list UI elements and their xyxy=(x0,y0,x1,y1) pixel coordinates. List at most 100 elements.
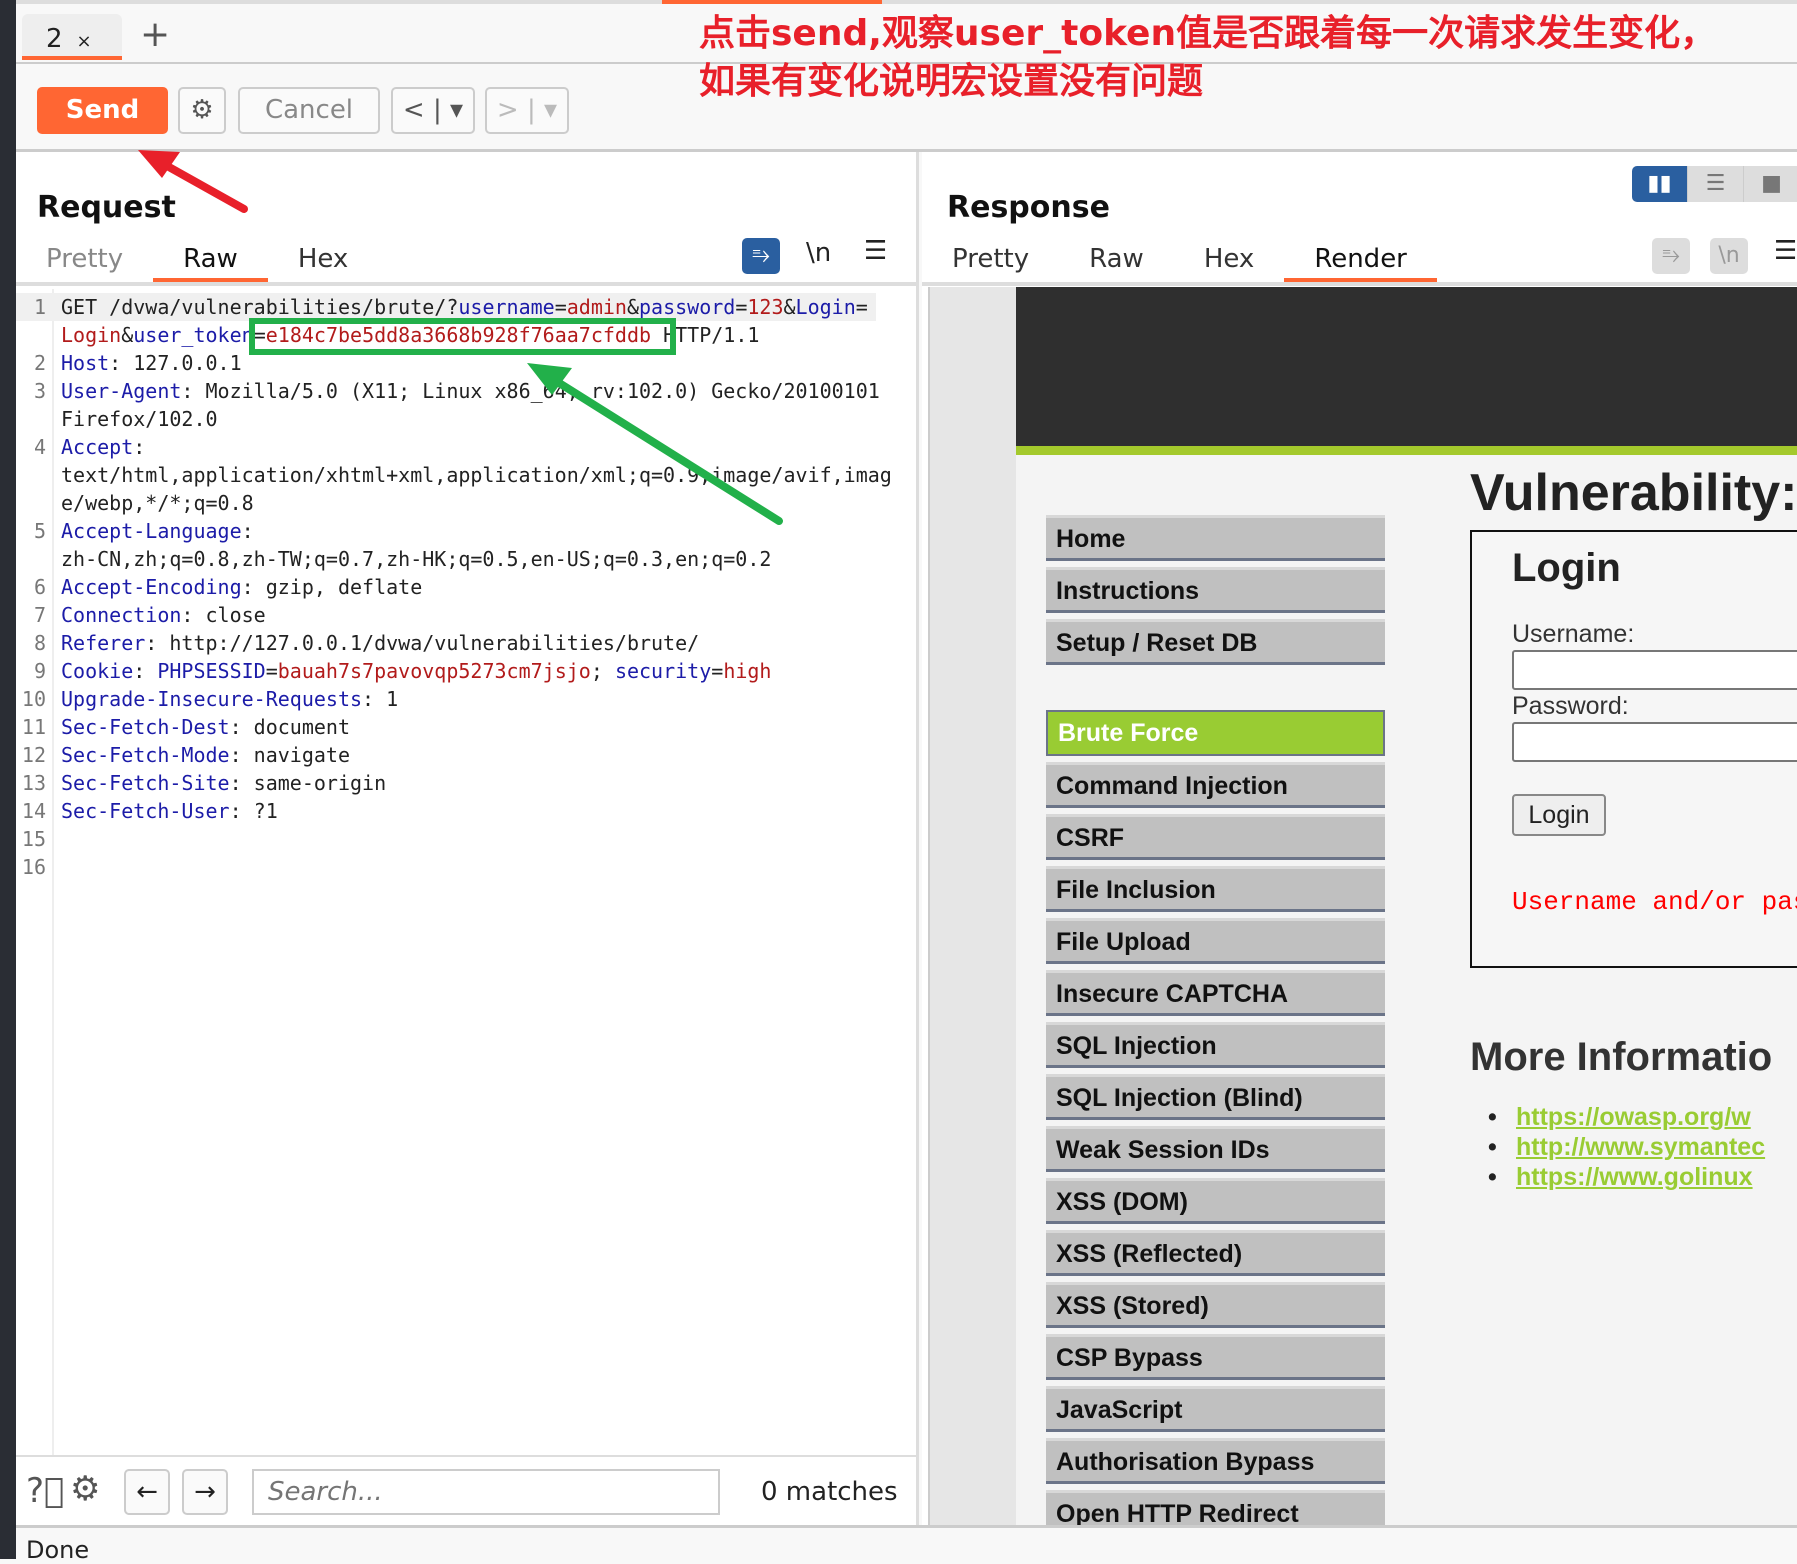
code-text: zh-CN,zh;q=0.8,zh-TW;q=0.7,zh-HK;q=0.5,e… xyxy=(61,545,771,573)
menu-item[interactable]: Open HTTP Redirect xyxy=(1046,1490,1385,1525)
menu-icon[interactable]: ☰ xyxy=(1774,236,1797,266)
help-icon[interactable]: ?⃝ xyxy=(26,1471,64,1511)
repeater-tab[interactable]: 2 × xyxy=(22,14,122,60)
code-token: : document xyxy=(229,715,350,739)
menu-item[interactable]: SQL Injection xyxy=(1046,1022,1385,1068)
code-text: GET /dvwa/vulnerabilities/brute/?usernam… xyxy=(61,293,868,321)
menu-item[interactable]: Authorisation Bypass xyxy=(1046,1438,1385,1484)
login-button[interactable]: Login xyxy=(1512,794,1606,836)
history-back-button[interactable]: < | ▾ xyxy=(391,87,475,134)
header-name: Accept xyxy=(61,435,134,459)
code-token: = xyxy=(855,295,868,319)
tab-hex[interactable]: Hex xyxy=(268,242,378,282)
code-token: : navigate xyxy=(229,743,350,767)
menu-item[interactable]: Insecure CAPTCHA xyxy=(1046,970,1385,1016)
menu-item[interactable]: Setup / Reset DB xyxy=(1046,619,1385,665)
menu-item[interactable]: File Upload xyxy=(1046,918,1385,964)
menu-icon[interactable]: ☰ xyxy=(864,236,887,266)
tab-pretty[interactable]: Pretty xyxy=(922,242,1059,282)
login-box: Login Username: Password: Login Username… xyxy=(1470,530,1797,968)
header-name: Sec-Fetch-Dest xyxy=(61,715,230,739)
header-name: User-Agent xyxy=(61,379,182,403)
code-token: : http://127.0.0.1/dvwa/vulnerabilities/… xyxy=(145,631,700,655)
close-tab-icon[interactable]: × xyxy=(77,31,92,52)
tab-hex[interactable]: Hex xyxy=(1174,242,1284,282)
search-input[interactable] xyxy=(252,1469,720,1515)
menu-item[interactable]: CSRF xyxy=(1046,814,1385,860)
tab-pretty[interactable]: Pretty xyxy=(16,242,153,282)
match-count: 0 matches xyxy=(761,1477,898,1507)
code-text: Accept-Encoding: gzip, deflate xyxy=(61,573,422,601)
newline-icon[interactable]: \n xyxy=(1710,238,1748,274)
error-message: Username and/or pas xyxy=(1512,887,1797,917)
newline-icon[interactable]: \n xyxy=(806,238,831,268)
split-rows-icon[interactable]: ☰ xyxy=(1688,166,1744,202)
cancel-button[interactable]: Cancel xyxy=(238,87,380,134)
code-token: = xyxy=(735,295,748,319)
history-forward-button[interactable]: > | ▾ xyxy=(485,87,569,134)
code-text: Accept: xyxy=(61,433,145,461)
word-wrap-icon[interactable]: ⥱ xyxy=(1652,238,1690,274)
menu-item[interactable]: Instructions xyxy=(1046,567,1385,613)
menu-item[interactable]: Weak Session IDs xyxy=(1046,1126,1385,1172)
code-text: Host: 127.0.0.1 xyxy=(61,349,242,377)
single-pane-icon[interactable]: ■ xyxy=(1744,166,1797,202)
new-tab-plus-icon[interactable]: + xyxy=(140,14,170,55)
menu-item[interactable]: XSS (Reflected) xyxy=(1046,1230,1385,1276)
dvwa-page: Home Instructions Setup / Reset DB Brute Fo… xyxy=(1016,287,1797,1525)
menu-item[interactable]: CSP Bypass xyxy=(1046,1334,1385,1380)
menu-item[interactable]: Home xyxy=(1046,515,1385,561)
header-name: Referer xyxy=(61,631,146,655)
info-link[interactable]: https://owasp.org/w xyxy=(1488,1103,1751,1132)
code-token: & xyxy=(121,323,134,347)
menu-item[interactable]: Brute Force xyxy=(1046,710,1385,756)
header-name: Sec-Fetch-Site xyxy=(61,771,230,795)
code-text: Upgrade-Insecure-Requests: 1 xyxy=(61,685,398,713)
header-name: security xyxy=(614,659,712,683)
more-info-heading: More Informatio xyxy=(1470,1035,1773,1079)
line-number: 6 xyxy=(33,575,46,599)
search-next-button[interactable]: → xyxy=(182,1469,228,1515)
menu-item[interactable]: SQL Injection (Blind) xyxy=(1046,1074,1385,1120)
code-token: : xyxy=(133,659,158,683)
username-input[interactable] xyxy=(1512,650,1797,690)
request-title: Request xyxy=(37,190,176,225)
menu-item[interactable]: Command Injection xyxy=(1046,762,1385,808)
menu-item[interactable]: XSS (Stored) xyxy=(1046,1282,1385,1328)
code-token: ; xyxy=(590,659,615,683)
tab-raw[interactable]: Raw xyxy=(1059,242,1174,282)
menu-item[interactable]: File Inclusion xyxy=(1046,866,1385,912)
code-token: : ?1 xyxy=(229,799,278,823)
info-link[interactable]: http://www.symantec xyxy=(1488,1133,1765,1162)
menu-item[interactable]: XSS (DOM) xyxy=(1046,1178,1385,1224)
gear-icon[interactable]: ⚙ xyxy=(178,87,226,134)
gear-icon[interactable]: ⚙ xyxy=(70,1469,100,1509)
param-value: 123 xyxy=(747,295,784,319)
code-text: Login&user_token=e184c7be5dd8a3668b928f7… xyxy=(61,321,759,349)
password-input[interactable] xyxy=(1512,722,1797,762)
word-wrap-icon[interactable]: ⥱ xyxy=(742,238,780,274)
code-text: User-Agent: Mozilla/5.0 (X11; Linux x86_… xyxy=(61,377,880,405)
request-panel: Request Pretty Raw Hex ⥱ \n ☰ 1 GET /dvwa… xyxy=(16,152,919,1525)
split-columns-icon[interactable]: ▮▮ xyxy=(1632,166,1688,202)
tab-raw[interactable]: Raw xyxy=(153,242,268,282)
code-text: Connection: close xyxy=(61,601,266,629)
line-number: 4 xyxy=(33,435,46,459)
header-name: Accept-Language xyxy=(61,519,242,543)
header-name: Host xyxy=(61,351,110,375)
dropdown-icon: ▾ xyxy=(450,95,464,125)
search-prev-button[interactable]: ← xyxy=(124,1469,170,1515)
dropdown-icon: ▾ xyxy=(544,95,558,125)
line-number: 8 xyxy=(33,631,46,655)
line-number: 16 xyxy=(21,855,46,879)
code-line: 1 GET /dvwa/vulnerabilities/brute/?userna… xyxy=(16,293,876,321)
menu-item[interactable]: JavaScript xyxy=(1046,1386,1385,1432)
request-editor[interactable]: 1 GET /dvwa/vulnerabilities/brute/?userna… xyxy=(16,289,916,1459)
line-number: 13 xyxy=(21,771,46,795)
line-number: 7 xyxy=(33,603,46,627)
info-link[interactable]: https://www.golinux xyxy=(1488,1163,1753,1192)
send-button[interactable]: Send xyxy=(37,87,168,134)
tab-render[interactable]: Render xyxy=(1284,242,1437,282)
status-bar: Done xyxy=(16,1525,1797,1564)
code-token: : same-origin xyxy=(229,771,387,795)
